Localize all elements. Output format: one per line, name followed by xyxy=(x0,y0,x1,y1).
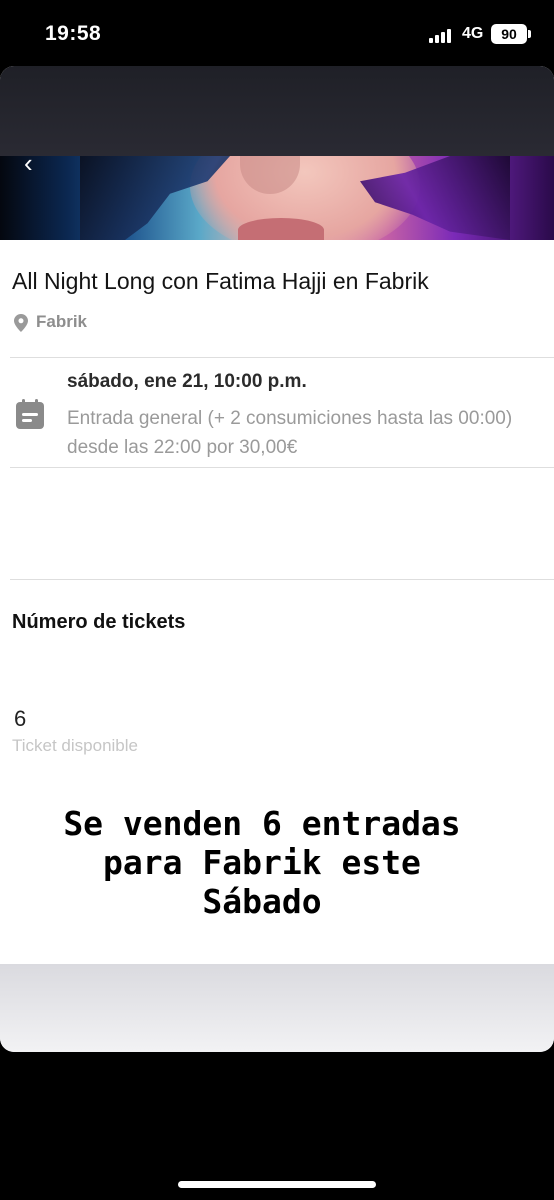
location-name: Fabrik xyxy=(36,312,88,331)
battery-icon: 90 xyxy=(491,24,527,44)
ticket-description: Entrada general (+ 2 consumiciones hasta… xyxy=(67,408,513,458)
bottom-panel xyxy=(0,964,554,1052)
overlay-text: Se venden 6 entradas para Fabrik este Sá… xyxy=(50,804,474,921)
battery-tip xyxy=(528,30,531,38)
ticket-available-label: Ticket disponible xyxy=(12,736,138,755)
event-date: sábado, ene 21, 10:00 p.m. xyxy=(67,371,307,392)
divider xyxy=(10,357,554,358)
status-time: 19:58 xyxy=(45,22,102,45)
calendar-icon xyxy=(16,399,44,429)
event-image: ‹ xyxy=(0,156,554,240)
hero-lips xyxy=(238,218,324,240)
overlay-line-3: Sábado xyxy=(202,882,322,921)
overlay-line-1: Se venden 6 entradas xyxy=(63,804,461,843)
map-pin-icon xyxy=(14,314,28,332)
signal-icon xyxy=(429,29,455,43)
event-sheet: ‹ All Night Long con Fatima Hajji en Fab… xyxy=(0,66,554,1052)
status-bar: 19:58 4G 90 xyxy=(0,0,554,66)
chevron-left-icon[interactable]: ‹ xyxy=(24,156,33,176)
divider xyxy=(10,579,554,580)
network-type: 4G xyxy=(462,25,484,42)
overlay-line-2: para Fabrik este xyxy=(103,843,421,882)
home-indicator[interactable] xyxy=(178,1181,376,1188)
ticket-count[interactable]: 6 xyxy=(14,706,26,732)
event-title: All Night Long con Fatima Hajji en Fabri… xyxy=(12,268,429,294)
tickets-heading: Número de tickets xyxy=(12,611,186,633)
divider xyxy=(10,467,554,468)
sheet-header xyxy=(0,66,554,156)
